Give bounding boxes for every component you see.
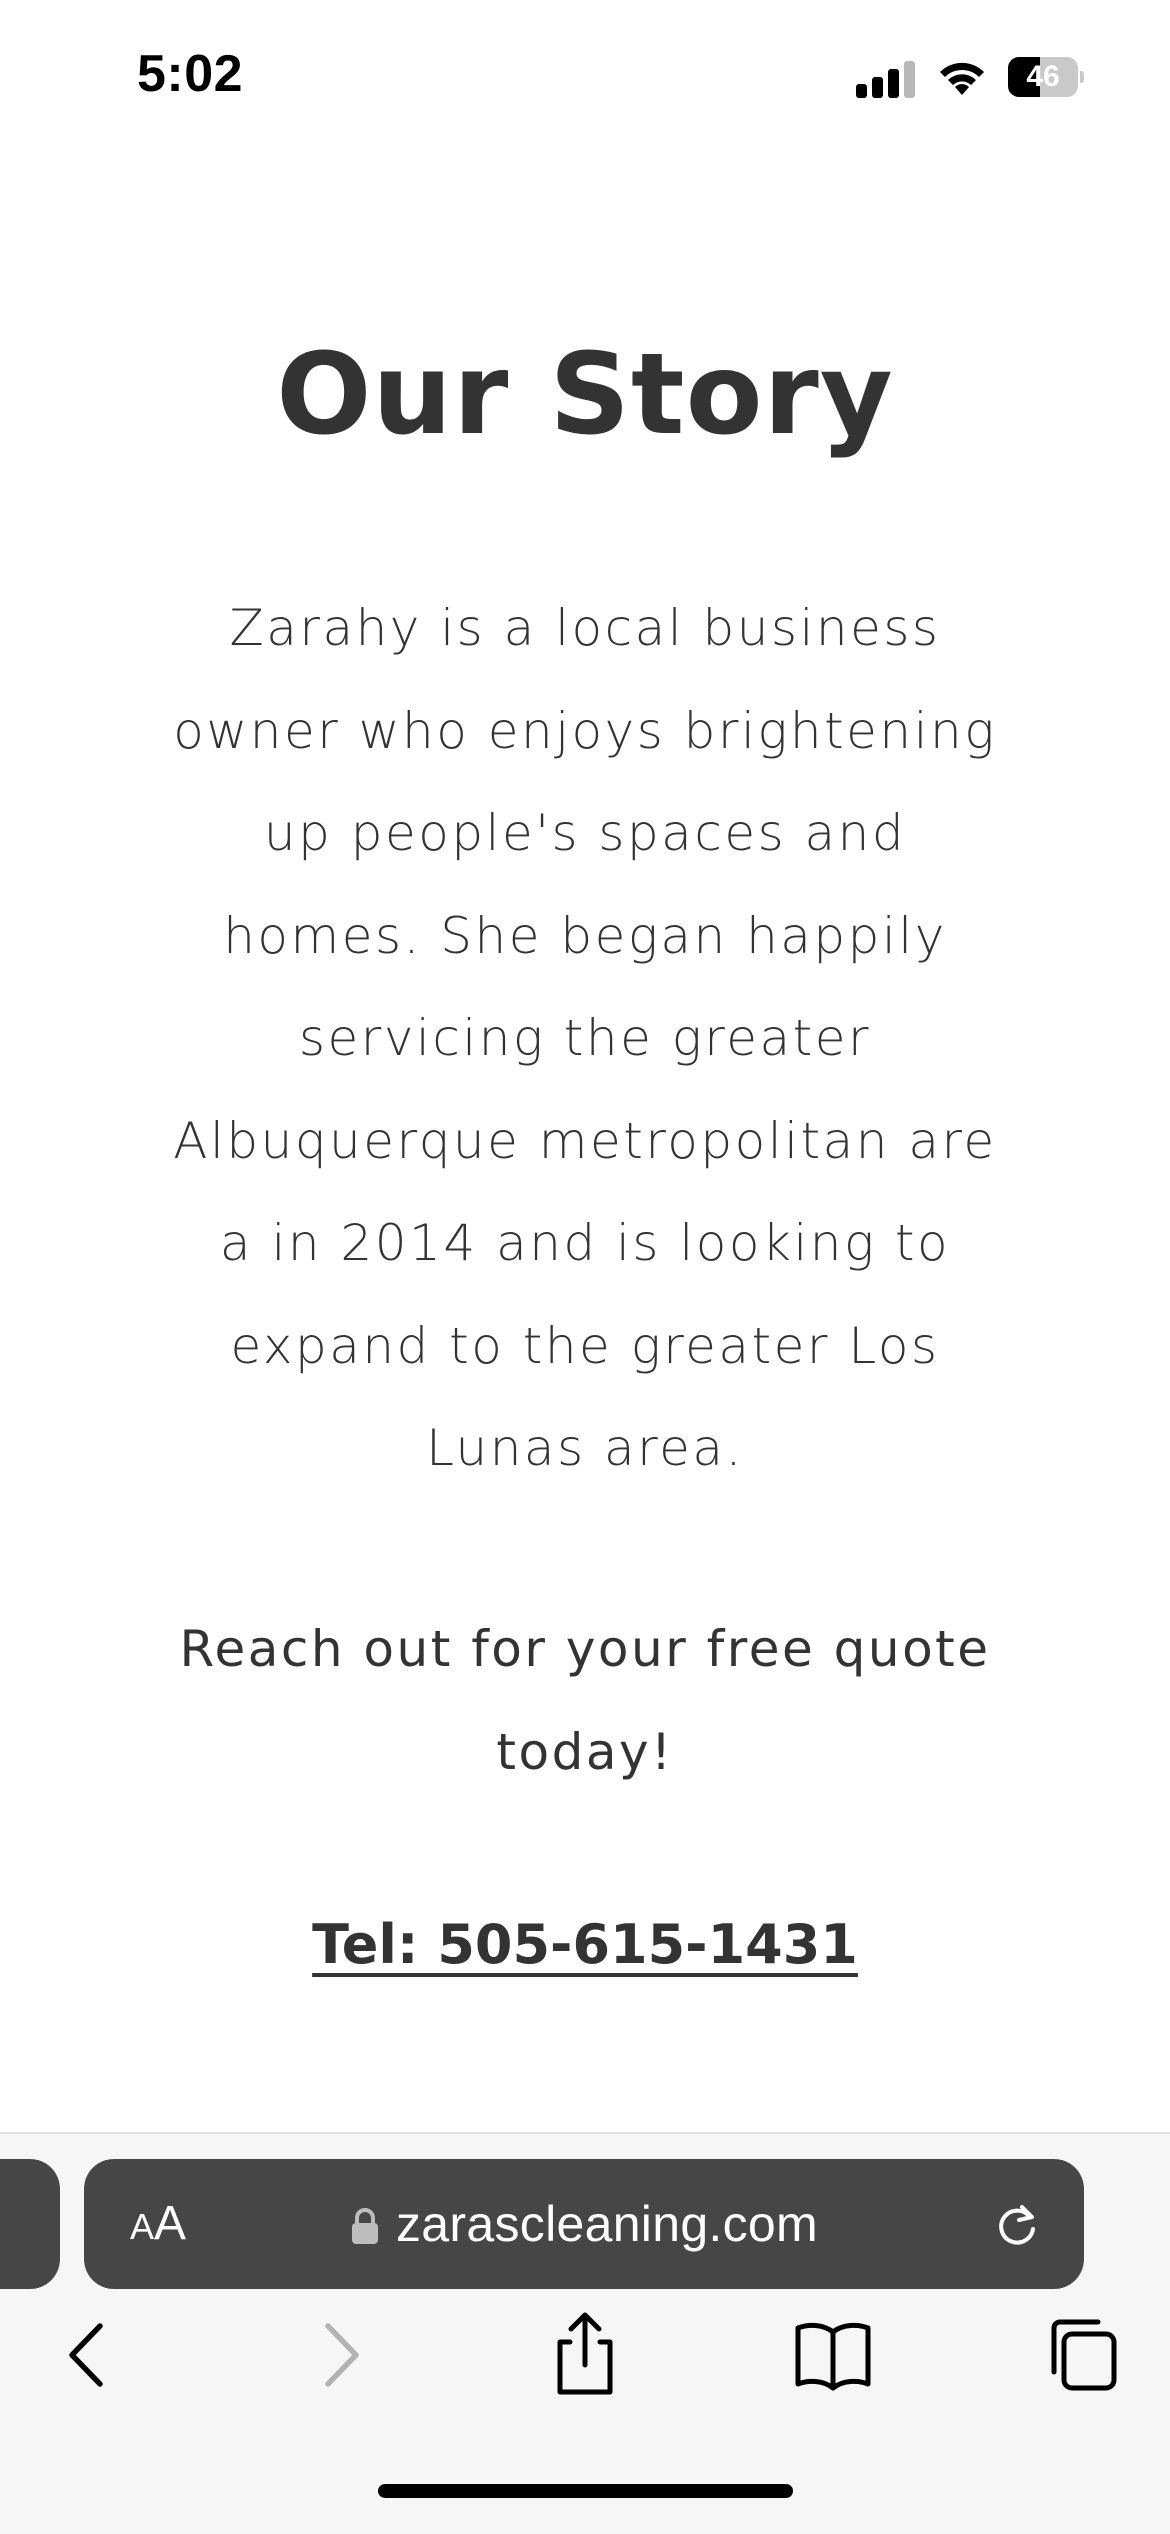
- page-title: Our Story: [276, 330, 894, 460]
- home-indicator[interactable]: [378, 2484, 793, 2498]
- bookmarks-book-icon: [795, 2322, 871, 2391]
- share-button[interactable]: [540, 2310, 630, 2400]
- share-icon: [557, 2312, 613, 2395]
- free-quote-text: Reach out for your free quote today!: [179, 1620, 991, 1781]
- bookmarks-button[interactable]: [788, 2310, 878, 2400]
- battery-level: 46: [1026, 60, 1060, 93]
- address-bar[interactable]: zarascleaning.com AA: [84, 2159, 1084, 2289]
- previous-tab-address-bar[interactable]: [0, 2159, 60, 2289]
- battery-icon: 46: [1008, 57, 1084, 97]
- aa-small-label: A: [130, 2206, 155, 2247]
- forward-button[interactable]: [296, 2310, 386, 2400]
- forward-chevron-icon: [325, 2323, 359, 2387]
- back-chevron-icon: [69, 2323, 103, 2387]
- url-text: zarascleaning.com: [396, 2196, 818, 2252]
- wifi-icon: [936, 55, 988, 97]
- phone-link[interactable]: Tel: 505-615-1431: [0, 1910, 1170, 1980]
- story-paragraph: Zarahy is a local business owner who enj…: [173, 599, 997, 1477]
- status-bar: 5:02 46: [0, 0, 1170, 150]
- status-time: 5:02: [137, 45, 244, 103]
- reload-icon[interactable]: [992, 2199, 1042, 2249]
- tabs-icon: [1051, 2319, 1117, 2391]
- tabs-button[interactable]: [1036, 2310, 1126, 2400]
- aa-big-label: A: [154, 2197, 187, 2250]
- cellular-signal-icon: [856, 58, 916, 98]
- lock-icon: [352, 2208, 378, 2244]
- url-display[interactable]: zarascleaning.com: [84, 2159, 1084, 2289]
- reader-settings-button[interactable]: AA: [130, 2159, 186, 2289]
- back-button[interactable]: [42, 2310, 132, 2400]
